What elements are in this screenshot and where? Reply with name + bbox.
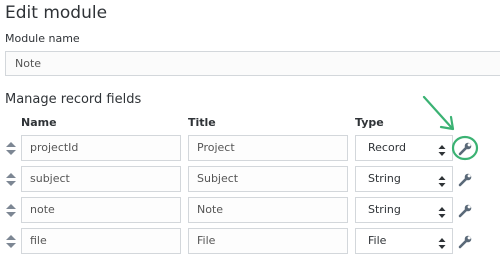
chevron-updown-icon xyxy=(438,204,446,228)
wrench-icon[interactable] xyxy=(458,141,472,156)
field-title-input[interactable]: Project xyxy=(188,135,348,161)
module-name-input[interactable] xyxy=(5,51,500,76)
column-header-name: Name xyxy=(21,116,57,129)
field-type-select[interactable]: Record xyxy=(355,135,453,161)
field-title-input[interactable]: Note xyxy=(188,197,348,223)
field-name-input[interactable]: file xyxy=(21,228,181,254)
sort-handle-icon[interactable] xyxy=(6,173,16,186)
field-name-input[interactable]: subject xyxy=(21,166,181,192)
field-type-select[interactable]: String xyxy=(355,166,453,192)
field-type-select[interactable]: String xyxy=(355,197,453,223)
column-header-title: Title xyxy=(188,116,216,129)
field-type-value: String xyxy=(368,172,401,185)
field-row: subject Subject String xyxy=(0,166,500,192)
chevron-updown-icon xyxy=(438,235,446,259)
record-fields-title: Manage record fields xyxy=(5,92,142,107)
field-title-input[interactable]: File xyxy=(188,228,348,254)
sort-handle-icon[interactable] xyxy=(6,142,16,155)
wrench-icon[interactable] xyxy=(458,234,472,249)
sort-handle-icon[interactable] xyxy=(6,204,16,217)
field-type-value: String xyxy=(368,203,401,216)
module-name-label: Module name xyxy=(5,32,80,45)
wrench-icon[interactable] xyxy=(458,203,472,218)
field-type-value: Record xyxy=(368,141,407,154)
field-row: note Note String xyxy=(0,197,500,223)
field-name-input[interactable]: note xyxy=(21,197,181,223)
field-name-input[interactable]: projectId xyxy=(21,135,181,161)
field-row: file File File xyxy=(0,228,500,254)
sort-handle-icon[interactable] xyxy=(6,235,16,248)
chevron-updown-icon xyxy=(438,173,446,197)
field-title-input[interactable]: Subject xyxy=(188,166,348,192)
field-type-select[interactable]: File xyxy=(355,228,453,254)
column-header-type: Type xyxy=(355,116,384,129)
field-type-value: File xyxy=(368,234,387,247)
chevron-updown-icon xyxy=(438,142,446,166)
wrench-icon[interactable] xyxy=(458,172,472,187)
page-title: Edit module xyxy=(5,3,108,23)
field-row: projectId Project Record xyxy=(0,135,500,161)
